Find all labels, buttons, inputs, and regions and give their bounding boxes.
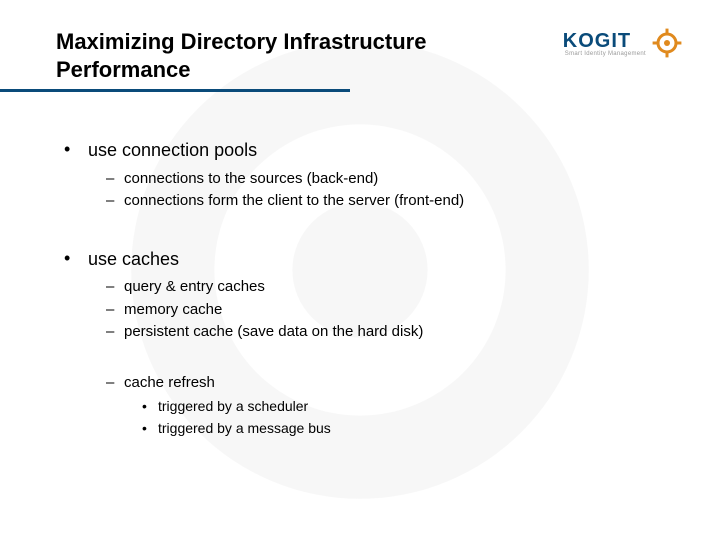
list-item: persistent cache (save data on the hard … (106, 321, 676, 344)
slide-header: Maximizing Directory Infrastructure Perf… (56, 28, 676, 83)
bullet-text: memory cache (124, 301, 222, 318)
list-item: cache refresh triggered by a scheduler t… (106, 372, 676, 440)
bullet-text: use connection pools (88, 140, 257, 160)
logo-tagline: Smart Identity Management (565, 51, 646, 57)
list-item: triggered by a message bus (142, 418, 676, 440)
bullet-text: connections to the sources (back-end) (124, 170, 378, 187)
sub-sub-list: triggered by a scheduler triggered by a … (124, 396, 676, 439)
title-underline (0, 89, 676, 92)
list-item: memory cache (106, 299, 676, 322)
bullet-text: query & entry caches (124, 278, 265, 295)
bullet-text: persistent cache (save data on the hard … (124, 323, 423, 340)
list-item: query & entry caches (106, 276, 676, 299)
list-item: triggered by a scheduler (142, 396, 676, 418)
bullet-text: triggered by a message bus (158, 420, 331, 436)
sub-list: connections to the sources (back-end) co… (88, 168, 676, 213)
list-item: connections form the client to the serve… (106, 190, 676, 213)
slide-title: Maximizing Directory Infrastructure Perf… (56, 28, 536, 83)
list-item: use connection pools connections to the … (64, 140, 676, 213)
brand-logo: KOGIT Smart Identity Management (563, 28, 682, 58)
list-item: connections to the sources (back-end) (106, 168, 676, 191)
sub-list: query & entry caches memory cache persis… (88, 276, 676, 439)
logo-text: KOGIT (563, 30, 646, 53)
slide-content: use connection pools connections to the … (56, 140, 676, 440)
bullet-text: use caches (88, 249, 179, 269)
slide: Maximizing Directory Infrastructure Perf… (0, 0, 720, 540)
bullet-text: cache refresh (124, 374, 215, 391)
bullet-text: triggered by a scheduler (158, 398, 308, 414)
list-item: use caches query & entry caches memory c… (64, 249, 676, 440)
bullet-text: connections form the client to the serve… (124, 192, 464, 209)
logo-mark-icon (652, 28, 682, 58)
bullet-list: use connection pools connections to the … (56, 140, 676, 440)
